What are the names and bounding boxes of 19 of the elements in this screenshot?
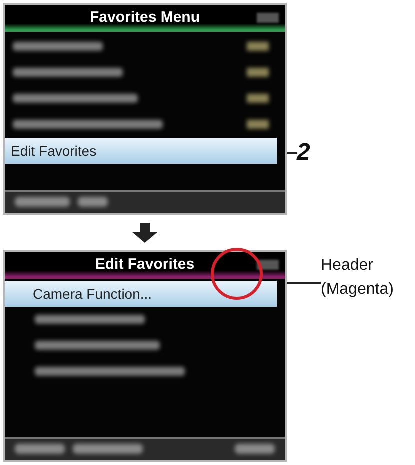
blurred-badge	[257, 13, 279, 23]
callout-text: (Magenta)	[321, 280, 394, 300]
blurred-footer-text	[78, 197, 108, 208]
menu-item[interactable]: Camera Function...	[5, 280, 277, 307]
blurred-value	[247, 94, 269, 104]
blurred-value	[247, 68, 269, 78]
blurred-footer-text	[235, 444, 275, 454]
blurred-value	[247, 120, 269, 130]
callout-text: Header	[321, 256, 374, 276]
menu-header: Favorites Menu	[5, 5, 285, 32]
blurred-value	[247, 42, 269, 52]
blurred-footer-text	[15, 444, 65, 454]
menu-header: Edit Favorites	[5, 252, 285, 279]
blurred-footer-text	[15, 197, 70, 208]
highlight-circle	[211, 248, 263, 300]
menu-item[interactable]: Edit Favorites	[5, 138, 277, 164]
blurred-footer-text	[73, 444, 143, 454]
step-number: 2	[297, 139, 310, 167]
down-arrow-icon	[132, 222, 158, 242]
